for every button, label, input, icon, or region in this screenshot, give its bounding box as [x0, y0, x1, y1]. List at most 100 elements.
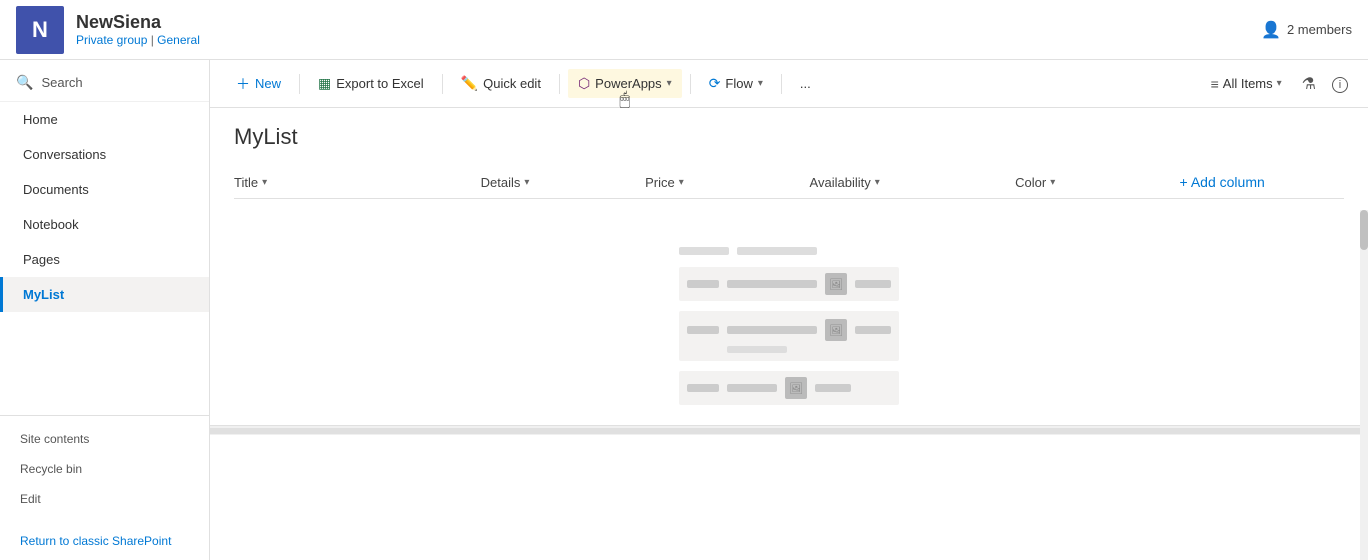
toolbar-sep-3	[559, 74, 560, 94]
skel-sub-1	[727, 346, 787, 353]
skel-btn-3	[815, 384, 851, 392]
col-price-label: Price	[645, 175, 675, 190]
horizontal-scroll-inner	[210, 428, 1368, 434]
sidebar-item-home[interactable]: Home	[0, 102, 209, 137]
flow-label: Flow	[725, 76, 752, 91]
filter-icon: ⚗	[1302, 76, 1316, 93]
powerapps-label: PowerApps	[595, 76, 661, 91]
skel-bar-2	[737, 247, 817, 255]
toolbar-right: ≡ All Items ▾ ⚗ i	[1203, 70, 1352, 98]
col-header-price[interactable]: Price ▾	[645, 175, 809, 190]
list-area: MyList Title ▾ Details ▾ Price ▾	[210, 108, 1368, 425]
availability-sort-icon: ▾	[875, 177, 880, 188]
skel-btn-2	[855, 326, 891, 334]
members-icon: 👤	[1261, 20, 1281, 40]
toolbar: ＋ New ▦ Export to Excel ✏️ Quick edit ⬡ …	[210, 60, 1368, 108]
col-header-availability[interactable]: Availability ▾	[810, 175, 1016, 190]
list-header: Title ▾ Details ▾ Price ▾ Availability ▾	[234, 166, 1344, 199]
sidebar-item-mylist[interactable]: MyList	[0, 277, 209, 312]
col-availability-label: Availability	[810, 175, 871, 190]
skel-row-1: 🖼	[679, 267, 899, 301]
more-label: ...	[800, 76, 811, 91]
site-info: NewSiena Private group | General	[76, 12, 1261, 47]
return-classic-link[interactable]: Return to classic SharePoint	[0, 522, 209, 560]
sidebar-item-conversations[interactable]: Conversations	[0, 137, 209, 172]
skeleton-card: 🖼 🖼	[679, 247, 899, 409]
site-logo[interactable]: N	[16, 6, 64, 54]
members-count: 2 members	[1287, 22, 1352, 37]
skel-top	[679, 247, 899, 255]
toolbar-sep-4	[690, 74, 691, 94]
sidebar-bottom: Site contents Recycle bin Edit	[0, 415, 209, 522]
content-wrapper: ＋ New ▦ Export to Excel ✏️ Quick edit ⬡ …	[210, 60, 1368, 560]
sidebar: 🔍 Search Home Conversations Documents No…	[0, 60, 210, 560]
logo-letter: N	[32, 17, 48, 43]
skel-id-3	[687, 384, 719, 392]
search-label: Search	[41, 75, 82, 90]
sidebar-item-pages[interactable]: Pages	[0, 242, 209, 277]
sidebar-item-documents[interactable]: Documents	[0, 172, 209, 207]
flow-chevron: ▾	[758, 78, 763, 89]
details-sort-icon: ▾	[524, 177, 529, 188]
powerapps-button[interactable]: ⬡ PowerApps ▾ 🖱	[568, 69, 682, 98]
more-button[interactable]: ...	[790, 70, 821, 97]
toolbar-sep-1	[299, 74, 300, 94]
header-right: 👤 2 members	[1261, 20, 1352, 40]
all-items-button[interactable]: ≡ All Items ▾	[1203, 72, 1290, 96]
add-column-label: + Add column	[1180, 174, 1265, 190]
toolbar-sep-2	[442, 74, 443, 94]
skel-text-2	[727, 326, 817, 334]
sidebar-item-site-contents[interactable]: Site contents	[0, 424, 209, 454]
quick-edit-button[interactable]: ✏️ Quick edit	[451, 69, 551, 98]
powerapps-chevron: ▾	[667, 78, 672, 89]
new-button[interactable]: ＋ New	[226, 68, 291, 100]
flow-button[interactable]: ⟳ Flow ▾	[699, 69, 773, 98]
color-sort-icon: ▾	[1050, 177, 1055, 188]
info-button[interactable]: i	[1328, 71, 1352, 97]
col-header-color[interactable]: Color ▾	[1015, 175, 1179, 190]
skel-bar-1	[679, 247, 729, 255]
skel-img-1: 🖼	[825, 273, 847, 295]
search-icon: 🔍	[16, 74, 33, 91]
quickedit-label: Quick edit	[483, 76, 541, 91]
col-header-details[interactable]: Details ▾	[481, 175, 645, 190]
skel-text-1	[727, 280, 817, 288]
main-layout: 🔍 Search Home Conversations Documents No…	[0, 60, 1368, 560]
skel-img-2: 🖼	[825, 319, 847, 341]
header: N NewSiena Private group | General 👤 2 m…	[0, 0, 1368, 60]
site-subtitle: Private group | General	[76, 33, 1261, 47]
site-name: NewSiena	[76, 12, 1261, 33]
col-color-label: Color	[1015, 175, 1046, 190]
skel-row-2b	[687, 346, 891, 353]
members-button[interactable]: 👤 2 members	[1261, 20, 1352, 40]
skel-row-2a: 🖼	[687, 319, 891, 341]
sidebar-item-edit[interactable]: Edit	[0, 484, 209, 514]
sidebar-search[interactable]: 🔍 Search	[0, 64, 209, 102]
all-items-chevron: ▾	[1277, 78, 1282, 89]
title-sort-icon: ▾	[262, 177, 267, 188]
export-label: Export to Excel	[336, 76, 423, 91]
col-details-label: Details	[481, 175, 521, 190]
scrollbar-thumb[interactable]	[1360, 210, 1368, 250]
horizontal-scrollbar[interactable]	[210, 425, 1368, 435]
add-column-button[interactable]: + Add column	[1180, 174, 1344, 190]
skel-row-3: 🖼	[679, 371, 899, 405]
price-sort-icon: ▾	[679, 177, 684, 188]
info-icon: i	[1332, 77, 1348, 93]
toolbar-sep-5	[781, 74, 782, 94]
vertical-scrollbar[interactable]	[1360, 210, 1368, 560]
skel-btn-1	[855, 280, 891, 288]
sidebar-item-notebook[interactable]: Notebook	[0, 207, 209, 242]
content: ＋ New ▦ Export to Excel ✏️ Quick edit ⬡ …	[210, 60, 1368, 425]
skel-id-2	[687, 326, 719, 334]
edit-icon: ✏️	[461, 75, 478, 92]
new-label: New	[255, 76, 281, 91]
col-title-label: Title	[234, 175, 258, 190]
flow-icon: ⟳	[709, 75, 721, 92]
sidebar-item-recycle-bin[interactable]: Recycle bin	[0, 454, 209, 484]
filter-button[interactable]: ⚗	[1298, 70, 1320, 98]
all-items-label: All Items	[1223, 76, 1273, 91]
new-icon: ＋	[236, 74, 250, 94]
col-header-title[interactable]: Title ▾	[234, 175, 481, 190]
export-excel-button[interactable]: ▦ Export to Excel	[308, 69, 434, 98]
